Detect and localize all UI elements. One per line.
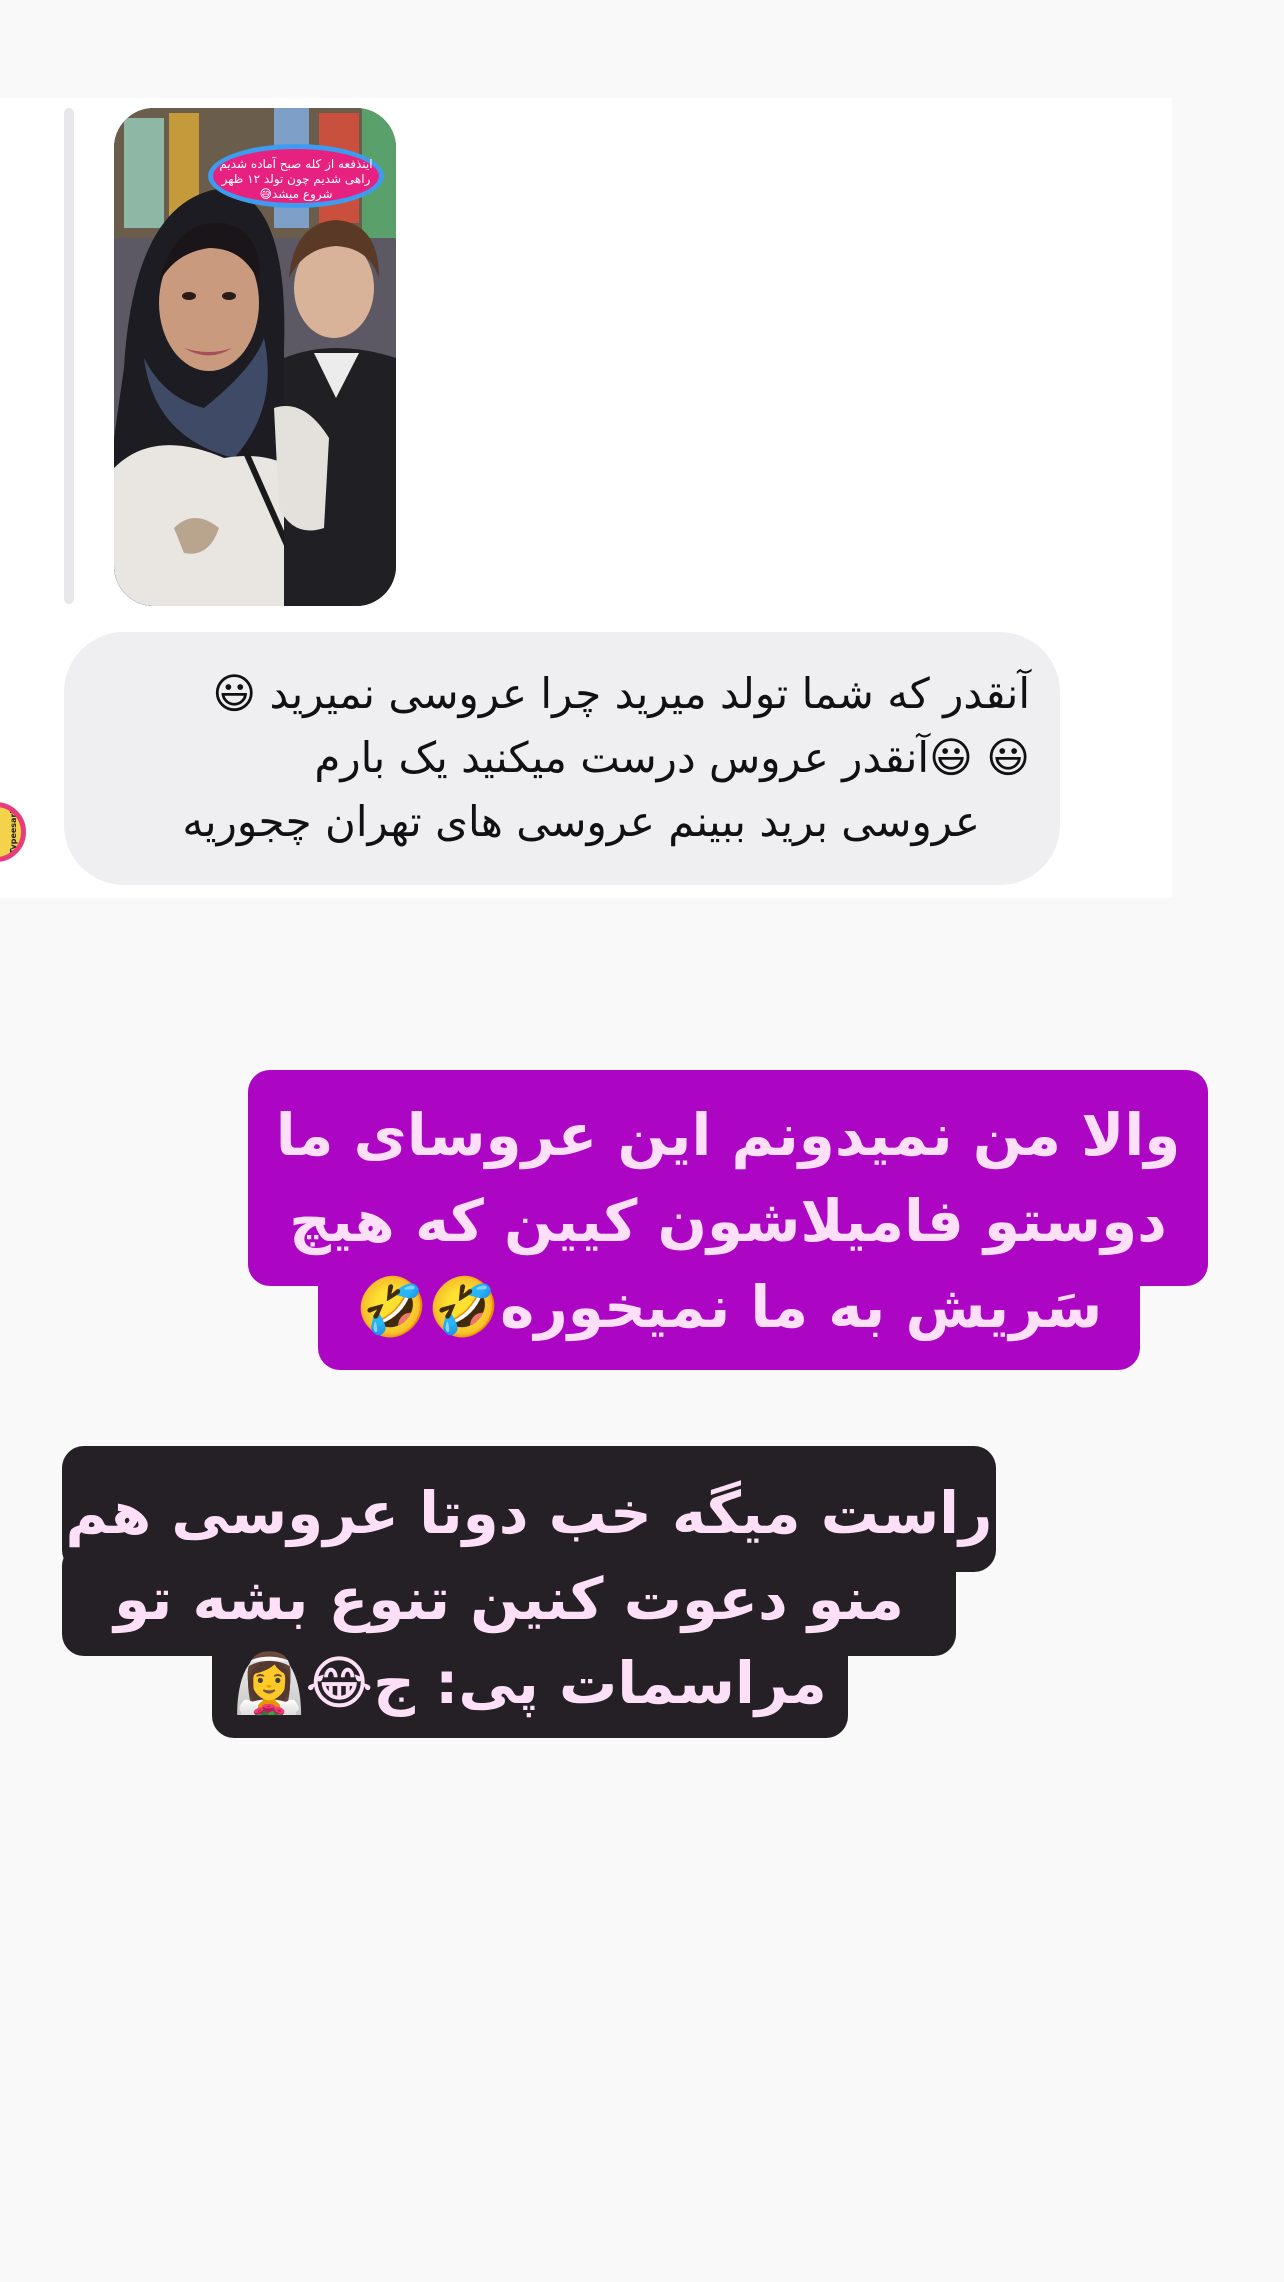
caption-dark-line-2: منو دعوت کنین تنوع بشه تو xyxy=(114,1565,904,1633)
caption-purple-row-2: دوستو فامیلاشون کیین که هیچ xyxy=(248,1178,1208,1264)
caption-purple-row-1: والا من نمیدونم این عروسای ما xyxy=(248,1092,1208,1178)
message-text: آنقدر که شما تولد میرید چرا عروسی نمیرید… xyxy=(100,662,1030,854)
caption-dark-line-1: راست میگه خب دوتا عروسی هم xyxy=(65,1479,993,1547)
message-line-1: آنقدر که شما تولد میرید چرا عروسی نمیرید… xyxy=(212,669,1030,718)
caption-purple-line-2: دوستو فامیلاشون کیین که هیچ xyxy=(289,1187,1167,1255)
caption-purple-line-1: والا من نمیدونم این عروسای ما xyxy=(275,1101,1181,1169)
caption-purple-line-3: سَریش به ما نمیخوره🤣🤣 xyxy=(355,1273,1103,1341)
sticker-line-2: راهی شدیم چون تولد ۱۲ ظهر xyxy=(221,172,371,186)
caption-dark-row-3: مراسمات پی: ج😂👰‍♀️ xyxy=(212,1640,848,1726)
caption-dark-row-1: راست میگه خب دوتا عروسی هم xyxy=(62,1470,996,1556)
caption-purple-row-3: سَریش به ما نمیخوره🤣🤣 xyxy=(318,1264,1140,1350)
story-screen: اینذفعه از کله صبح آماده شدیم راهی شدیم … xyxy=(0,0,1284,2282)
story-thumbnail[interactable]: اینذفعه از کله صبح آماده شدیم راهی شدیم … xyxy=(114,108,396,606)
sticker-line-3: شروع میشد😅 xyxy=(259,187,333,201)
reply-indicator-bar xyxy=(64,108,74,604)
caption-dark-row-2: منو دعوت کنین تنوع بشه تو xyxy=(62,1556,956,1642)
story-text-sticker: اینذفعه از کله صبح آماده شدیم راهی شدیم … xyxy=(208,144,384,208)
sticker-line-1: اینذفعه از کله صبح آماده شدیم xyxy=(219,157,373,171)
message-line-3: عروسی برید ببینم عروسی های تهران چجوریه xyxy=(182,797,980,846)
message-line-2: 😃 😃آنقدر عروس درست میکنید یک بارم xyxy=(314,733,1030,782)
caption-dark-line-3: مراسمات پی: ج😂👰‍♀️ xyxy=(233,1649,827,1717)
